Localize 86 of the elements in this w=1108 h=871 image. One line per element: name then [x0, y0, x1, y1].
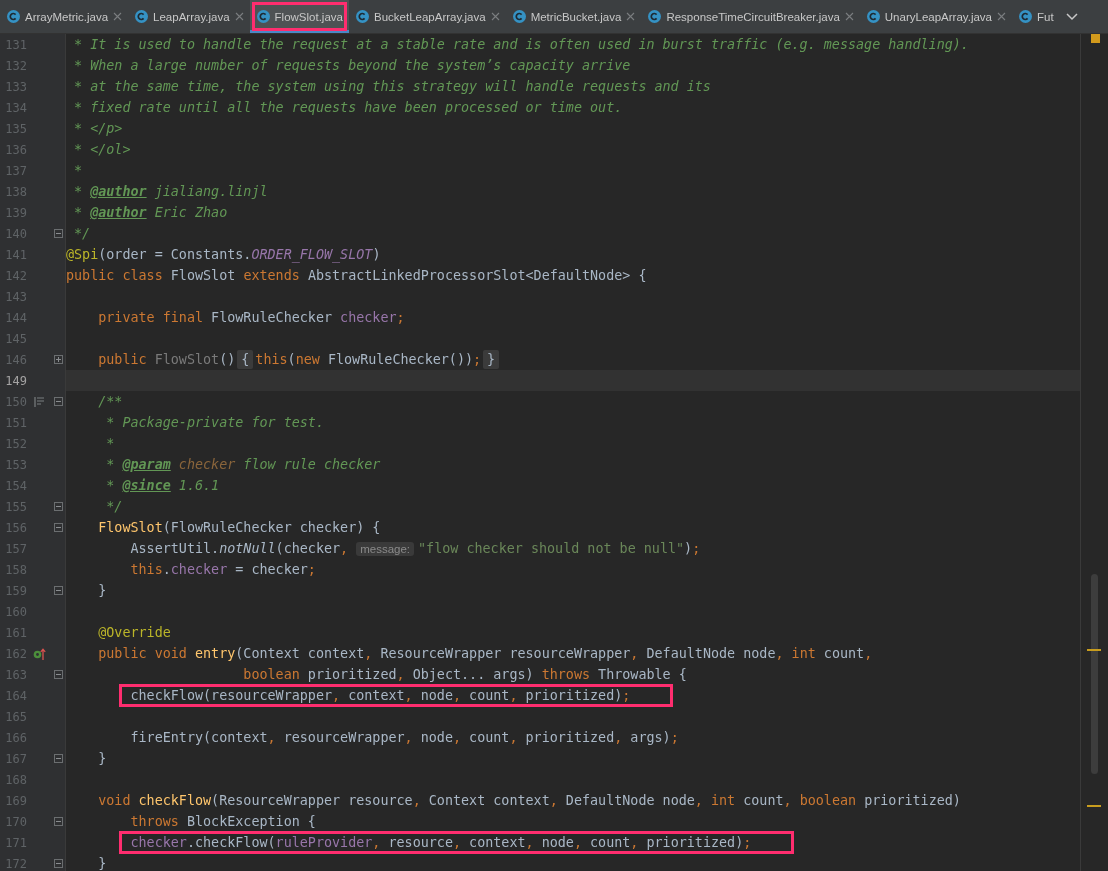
- code-text: boolean prioritized, Object... args) throws Throwable {: [243, 666, 687, 683]
- class-icon: [256, 10, 270, 23]
- file-tab[interactable]: FlowSlot.java: [249, 0, 349, 33]
- code-text: fireEntry(context, resourceWrapper, node, count, prioritized, args);: [130, 729, 679, 746]
- code-text: private final FlowRuleChecker checker;: [98, 309, 405, 326]
- fold-icon[interactable]: [54, 670, 63, 679]
- code-text: AssertUtil.notNull(checker,: [130, 540, 349, 557]
- code-text: */: [74, 225, 91, 242]
- code-text: * @since 1.6.1: [106, 477, 220, 494]
- tab-label: UnaryLeapArray.java: [884, 10, 992, 23]
- class-icon: [1019, 10, 1032, 23]
- warning-marker[interactable]: [1091, 34, 1100, 43]
- code-text: "flow checker should not be null");: [418, 540, 701, 557]
- close-icon[interactable]: [626, 12, 636, 21]
- code-text: FlowSlot(FlowRuleChecker checker) {: [98, 519, 381, 536]
- code-text: this.checker = checker;: [130, 561, 316, 578]
- code-text: * @author jialiang.linjl: [74, 183, 268, 200]
- folded-code[interactable]: }: [483, 350, 500, 369]
- code-text: @Override: [98, 624, 171, 641]
- code-text: throws BlockException {: [130, 813, 316, 830]
- tab-label: MetricBucket.java: [530, 10, 622, 23]
- code-text: * @author Eric Zhao: [74, 204, 228, 221]
- file-tab[interactable]: ResponseTimeCircuitBreaker.java: [641, 0, 860, 33]
- code-text: * at the same time, the system using this strategy will handle requests and its: [74, 78, 711, 95]
- code-text: public FlowSlot(): [98, 351, 236, 368]
- fold-icon[interactable]: [54, 754, 63, 763]
- close-icon[interactable]: [234, 12, 244, 21]
- code-text: public class FlowSlot extends AbstractLinkedProcessorSlot<DefaultNode> {: [66, 267, 647, 284]
- file-tab[interactable]: BucketLeapArray.java: [348, 0, 506, 33]
- error-stripe-marker[interactable]: [1087, 805, 1101, 807]
- scrollbar-thumb[interactable]: [1091, 574, 1098, 774]
- tab-label: LeapArray.java: [153, 10, 230, 23]
- fold-icon[interactable]: [54, 817, 63, 826]
- code-text: }: [98, 750, 107, 767]
- file-tab[interactable]: MetricBucket.java: [505, 0, 642, 33]
- tab-label: Fut: [1037, 10, 1054, 23]
- code-text: @Spi(order = Constants.ORDER_FLOW_SLOT): [66, 246, 381, 263]
- code-text: * It is used to handle the request at a stable rate and is often used in burst traffic (e.g. message handling).: [74, 36, 969, 53]
- tab-label: FlowSlot.java: [274, 10, 343, 23]
- class-icon: [355, 10, 369, 23]
- close-icon[interactable]: [490, 12, 500, 21]
- parameter-hint: message:: [356, 541, 415, 556]
- fold-icon[interactable]: [54, 523, 63, 532]
- code-text: * When a large number of requests beyond the system’s capacity arrive: [74, 57, 631, 74]
- file-tab[interactable]: ArrayMetric.java: [0, 0, 129, 33]
- folded-code[interactable]: {: [237, 350, 254, 369]
- close-icon[interactable]: [113, 12, 123, 21]
- code-text: void checkFlow(ResourceWrapper resource, Context context, DefaultNode node, int count, boolean prioritized): [98, 792, 961, 809]
- fold-icon[interactable]: [54, 355, 63, 364]
- code-text: }: [98, 855, 107, 871]
- tab-label: ResponseTimeCircuitBreaker.java: [666, 10, 840, 23]
- fold-icon[interactable]: [54, 859, 63, 868]
- fold-icon[interactable]: [54, 397, 63, 406]
- class-icon: [866, 10, 880, 23]
- code-text: * </p>: [74, 120, 123, 137]
- fold-icon[interactable]: [54, 502, 63, 511]
- fold-icon[interactable]: [54, 586, 63, 595]
- class-icon: [512, 10, 526, 23]
- class-icon: [648, 10, 662, 23]
- code-text: *: [74, 162, 83, 179]
- highlighted-code: checker.checkFlow(ruleProvider, resource, context, node, count, prioritized);: [119, 831, 795, 854]
- code-text: * </ol>: [74, 141, 131, 158]
- code-text: /**: [98, 393, 123, 410]
- doc-render-icon[interactable]: [33, 396, 45, 407]
- code-text: * Package-private for test.: [106, 414, 324, 431]
- fold-icon[interactable]: [54, 229, 63, 238]
- code-text: */: [106, 498, 123, 515]
- line-number: 149: [4, 373, 27, 388]
- error-stripe-marker[interactable]: [1087, 649, 1101, 651]
- highlighted-code: checkFlow(resourceWrapper, context, node, count, prioritized);: [119, 684, 674, 707]
- class-icon: [7, 10, 20, 23]
- code-text: public void entry(Context context, ResourceWrapper resourceWrapper, DefaultNode node, int count,: [98, 645, 873, 662]
- file-tab[interactable]: UnaryLeapArray.java: [859, 0, 1012, 33]
- file-tab[interactable]: LeapArray.java: [128, 0, 250, 33]
- code-text: * @param checker flow rule checker: [106, 456, 381, 473]
- close-icon[interactable]: [844, 12, 854, 21]
- tab-label: BucketLeapArray.java: [373, 10, 486, 23]
- override-icon[interactable]: [32, 647, 46, 660]
- close-icon[interactable]: [997, 12, 1006, 21]
- code-text: *: [106, 435, 115, 452]
- code-text: this(new FlowRuleChecker());: [255, 351, 482, 368]
- tab-label: ArrayMetric.java: [25, 10, 109, 23]
- file-tab[interactable]: Fut: [1012, 0, 1060, 33]
- class-icon: [135, 10, 149, 23]
- code-text: * fixed rate until all the requests have been processed or time out.: [74, 99, 623, 116]
- code-text: }: [98, 582, 107, 599]
